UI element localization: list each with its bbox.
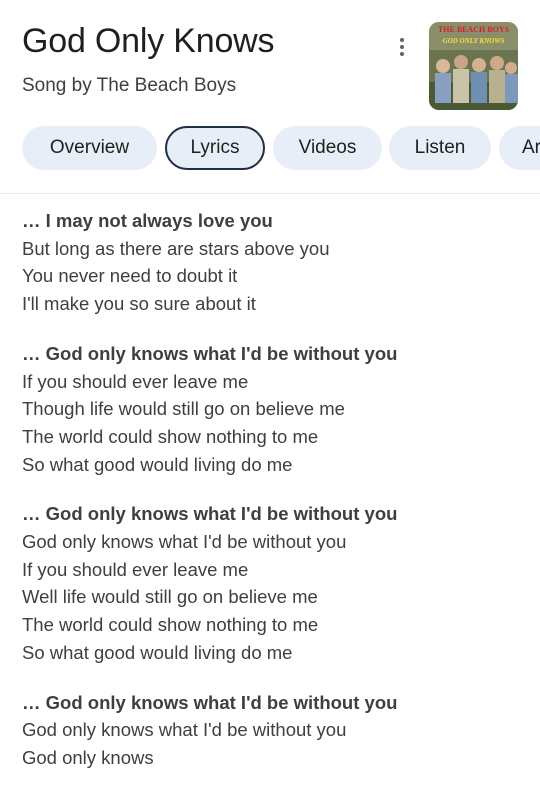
cover-text-top: THE BEACH BOYS xyxy=(438,25,510,34)
lyric-line: The world could show nothing to me xyxy=(22,425,319,447)
lyric-line: You never need to doubt it xyxy=(22,265,238,287)
album-cover-image[interactable]: THE BEACH BOYS GOD ONLY KNOWS xyxy=(429,22,518,110)
tab-lyrics[interactable]: Lyrics xyxy=(165,126,265,170)
lyrics-container: … I may not always love you But long as … xyxy=(22,207,522,794)
lyric-line: God only knows what I'd be without you xyxy=(22,531,347,553)
lyric-line: So what good would living do me xyxy=(22,641,293,663)
lyrics-stanza: … God only knows what I'd be without you… xyxy=(22,340,522,479)
lyric-line: So what good would living do me xyxy=(22,453,293,475)
knowledge-panel-header: God Only Knows Song by The Beach Boys TH… xyxy=(0,0,540,120)
song-subtitle: Song by The Beach Boys xyxy=(22,75,237,96)
more-options-icon[interactable] xyxy=(390,34,414,60)
lyric-line: I'll make you so sure about it xyxy=(22,293,256,315)
lyric-line: The world could show nothing to me xyxy=(22,614,319,636)
header-divider xyxy=(0,193,540,194)
lyric-line: If you should ever leave me xyxy=(22,370,249,392)
lyric-line: If you should ever leave me xyxy=(22,558,249,580)
tab-videos[interactable]: Videos xyxy=(273,126,382,170)
stanza-heading: … God only knows what I'd be without you xyxy=(22,691,398,713)
lyric-line: Though life would still go on believe me xyxy=(22,398,345,420)
lyric-line: God only knows what I'd be without you xyxy=(22,719,347,741)
lyrics-stanza: … God only knows what I'd be without you… xyxy=(22,689,522,772)
stanza-heading: … God only knows what I'd be without you xyxy=(22,342,398,364)
lyric-line: But long as there are stars above you xyxy=(22,237,330,259)
lyrics-stanza: … God only knows what I'd be without you… xyxy=(22,500,522,666)
stanza-heading: … God only knows what I'd be without you xyxy=(22,503,398,525)
lyric-line: Well life would still go on believe me xyxy=(22,586,318,608)
lyrics-stanza: … I may not always love you But long as … xyxy=(22,207,522,318)
tab-overview[interactable]: Overview xyxy=(22,126,157,170)
tab-listen[interactable]: Listen xyxy=(389,126,491,170)
stanza-heading: … I may not always love you xyxy=(22,210,273,231)
tab-bar: Overview Lyrics Videos Listen Ar xyxy=(0,126,540,172)
song-title: God Only Knows xyxy=(22,22,275,60)
tab-artists[interactable]: Ar xyxy=(499,126,540,170)
cover-text-bottom: GOD ONLY KNOWS xyxy=(443,37,505,45)
